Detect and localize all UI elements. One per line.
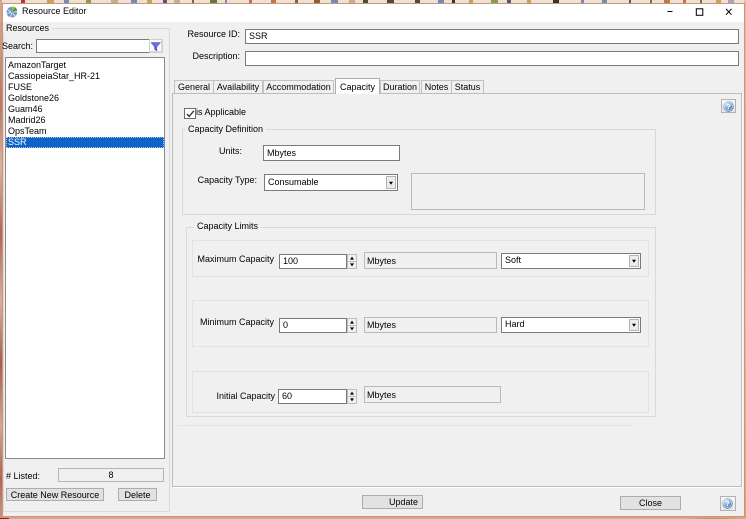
svg-text:?: ? [725,499,730,508]
svg-text:?: ? [726,102,731,111]
